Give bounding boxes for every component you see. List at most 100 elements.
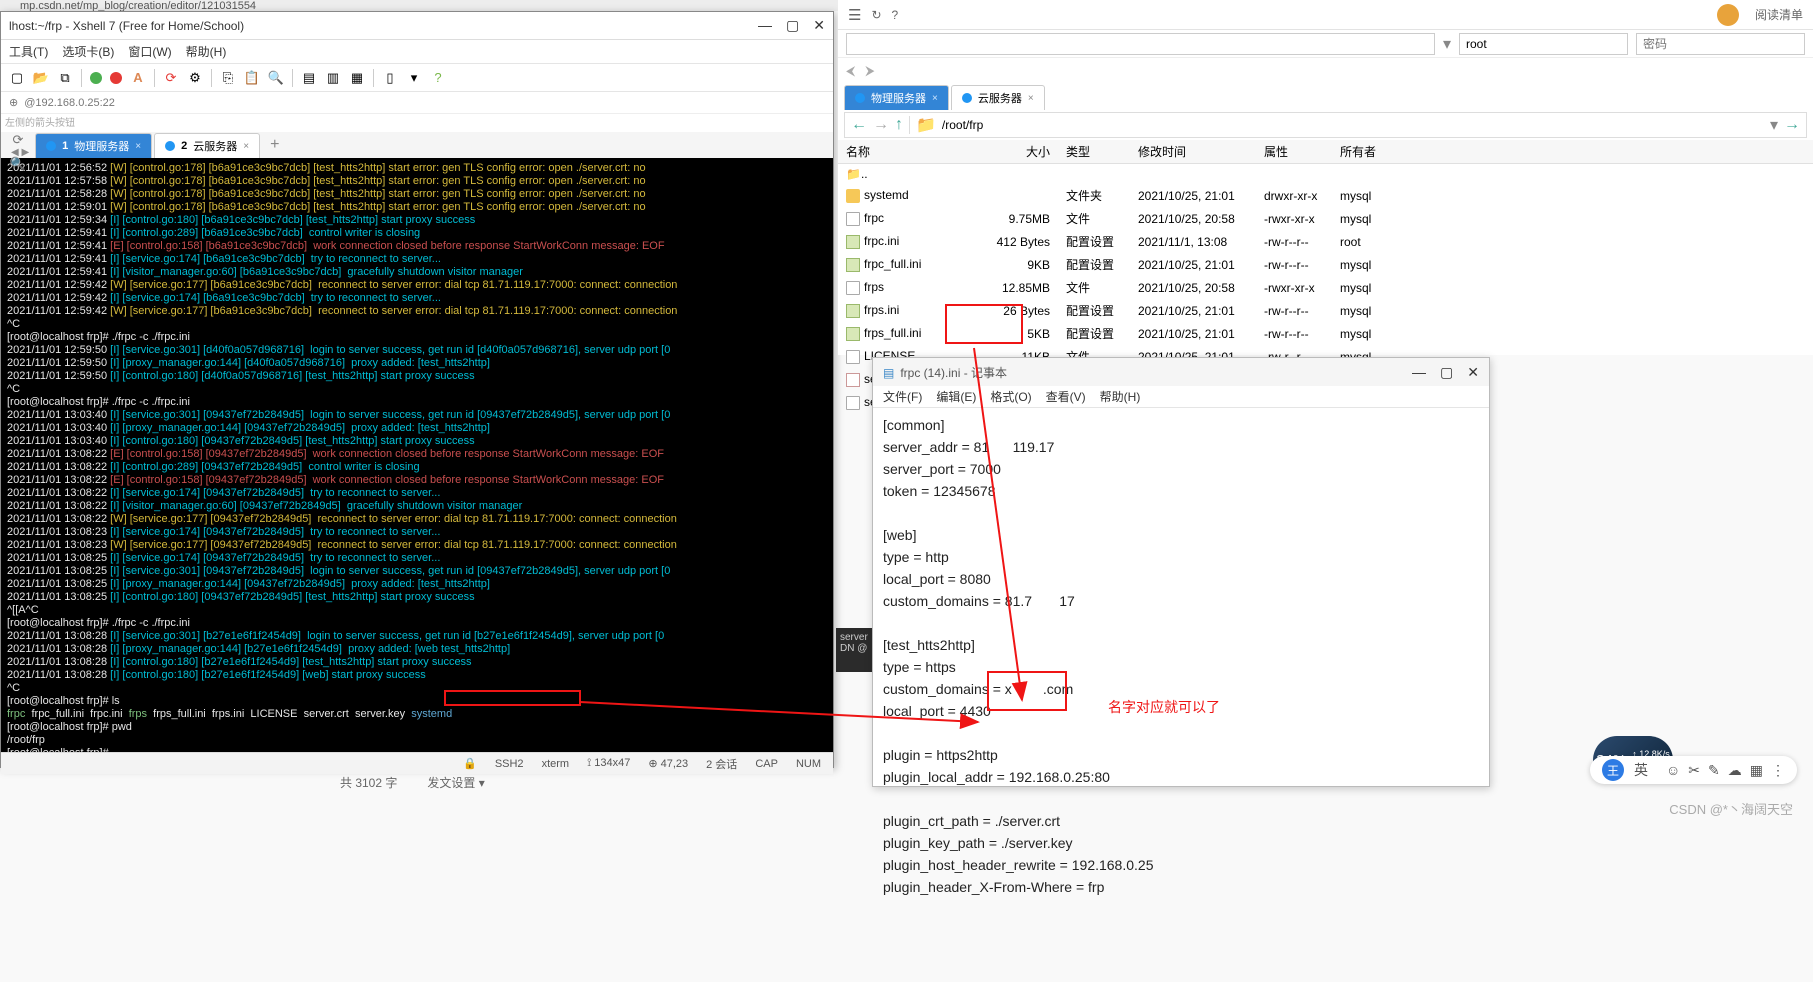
panel-icon[interactable]: ▤ <box>301 70 317 86</box>
annotation-text: 名字对应就可以了 <box>1108 697 1220 717</box>
close-tab-icon[interactable]: × <box>1028 93 1034 104</box>
menu-item[interactable]: 格式(O) <box>990 388 1031 405</box>
open-icon[interactable]: 📂 <box>33 70 49 86</box>
read-list[interactable]: 阅读清单 <box>1755 6 1803 23</box>
close-tab-icon[interactable]: × <box>135 141 141 152</box>
fm-password-input[interactable] <box>1636 33 1805 55</box>
ime-lang[interactable]: 英 <box>1634 760 1648 780</box>
fm-user-input[interactable] <box>1459 33 1628 55</box>
save-icon[interactable]: ⧉ <box>57 70 73 86</box>
xshell-tab-row: ◀ ▶ 1 物理服务器 ×2 云服务器 ×+ <box>1 132 833 158</box>
lock-icon[interactable]: ▾ <box>406 70 422 86</box>
connect-icon[interactable] <box>90 72 102 84</box>
menu-item[interactable]: 选项卡(B) <box>62 43 114 60</box>
xshell-toolbar: ▢ 📂 ⧉ A ⟳ ⚙ ⎘ 📋 🔍 ▤ ▥ ▦ ▯ ▾ ? <box>1 64 833 92</box>
status-sessions: 2 会话 <box>706 756 737 772</box>
fm-nav-fwd-icon[interactable]: ⮞ <box>865 63 874 79</box>
disconnect-icon[interactable] <box>110 72 122 84</box>
column-header[interactable]: 所有者 <box>1332 140 1388 163</box>
new-tab-button[interactable]: + <box>262 132 287 158</box>
column-header[interactable]: 名称 <box>838 140 988 163</box>
np-maximize-button[interactable]: ▢ <box>1440 364 1453 381</box>
fm-tab[interactable]: 物理服务器 × <box>844 85 949 110</box>
column-header[interactable]: 大小 <box>988 140 1058 163</box>
fm-host-input[interactable] <box>846 33 1435 55</box>
fm-go-icon[interactable]: → <box>1784 116 1800 134</box>
table-row[interactable]: frpc_full.ini9KB配置设置2021/10/25, 21:01-rw… <box>838 253 1813 276</box>
menu-icon[interactable]: ☰ <box>848 6 861 24</box>
fm-back-icon[interactable]: ← <box>851 116 867 134</box>
avatar[interactable] <box>1717 4 1739 26</box>
fm-refresh-icon[interactable]: ↻ <box>871 8 881 22</box>
refresh-icon[interactable]: ⟳ <box>13 132 24 148</box>
publish-settings[interactable]: 发文设置 ▾ <box>427 774 484 791</box>
ime-wang-icon[interactable]: 王 <box>1602 759 1624 781</box>
xshell-tab[interactable]: 2 云服务器 × <box>154 133 260 158</box>
column-icon[interactable]: ▯ <box>382 70 398 86</box>
np-minimize-button[interactable]: — <box>1412 364 1426 381</box>
ime-tool-icon[interactable]: ▦ <box>1750 762 1763 778</box>
close-tab-icon[interactable]: × <box>932 93 938 104</box>
file-icon <box>846 396 860 410</box>
file-icon <box>846 258 860 272</box>
fm-tab[interactable]: 云服务器 × <box>951 85 1045 110</box>
help-icon[interactable]: ? <box>430 70 446 86</box>
ime-toolbar[interactable]: 王 英 ☺ ✂ ✎ ☁ ▦ ⋮ <box>1590 756 1797 784</box>
xshell-menu-bar: 工具(T) 选项卡(B) 窗口(W) 帮助(H) <box>1 40 833 64</box>
fm-help-icon[interactable]: ? <box>892 8 899 22</box>
column-header[interactable]: 类型 <box>1058 140 1130 163</box>
xshell-address[interactable]: ⊕@192.168.0.25:22 <box>1 92 833 114</box>
fm-path-bar: ← → ↑ 📁 ▾ → <box>844 112 1807 138</box>
fm-fwd-icon[interactable]: → <box>873 116 889 134</box>
panel3-icon[interactable]: ▦ <box>349 70 365 86</box>
file-icon <box>846 189 860 203</box>
table-row[interactable]: 📁.. <box>838 164 1813 184</box>
highlight-box-files <box>945 304 1023 344</box>
table-row[interactable]: frps12.85MB文件2021/10/25, 20:58-rwxr-xr-x… <box>838 276 1813 299</box>
status-num: NUM <box>796 758 821 770</box>
fm-top-bar: ☰ ↻ ? 阅读清单 <box>838 0 1813 30</box>
settings-icon[interactable]: ⚙ <box>187 70 203 86</box>
highlight-box-notepad <box>987 671 1067 711</box>
search-icon[interactable]: 🔍 <box>10 156 26 172</box>
menu-item[interactable]: 帮助(H) <box>186 43 227 60</box>
maximize-button[interactable]: ▢ <box>786 17 799 34</box>
reconnect-icon[interactable]: ⟳ <box>163 70 179 86</box>
menu-item[interactable]: 文件(F) <box>883 388 922 405</box>
ime-tool-icon[interactable]: ☺ <box>1666 762 1680 778</box>
terminal-output[interactable]: 2021/11/01 12:56:52 [W] [control.go:178]… <box>1 158 833 752</box>
ime-tool-icon[interactable]: ✂ <box>1688 762 1700 778</box>
search-icon[interactable]: 🔍 <box>268 70 284 86</box>
column-header[interactable]: 修改时间 <box>1130 140 1256 163</box>
xshell-tab[interactable]: 1 物理服务器 × <box>35 133 152 158</box>
table-row[interactable]: systemd文件夹2021/10/25, 21:01drwxr-xr-xmys… <box>838 184 1813 207</box>
paste-icon[interactable]: 📋 <box>244 70 260 86</box>
menu-item[interactable]: 窗口(W) <box>128 43 171 60</box>
close-tab-icon[interactable]: × <box>243 141 249 152</box>
notepad-title-bar[interactable]: ▤frpc (14).ini - 记事本 — ▢ ✕ <box>873 358 1489 386</box>
text-a-icon[interactable]: A <box>130 70 146 86</box>
table-row[interactable]: frpc.ini412 Bytes配置设置2021/11/1, 13:08-rw… <box>838 230 1813 253</box>
status-dot-icon <box>962 93 972 103</box>
fm-up-icon[interactable]: ↑ <box>895 116 903 134</box>
menu-item[interactable]: 工具(T) <box>9 43 48 60</box>
notepad-content[interactable]: [common] server_addr = 81 119.17 server_… <box>873 408 1489 904</box>
menu-item[interactable]: 编辑(E) <box>936 388 976 405</box>
ime-tool-icon[interactable]: ✎ <box>1708 762 1720 778</box>
copy-icon[interactable]: ⎘ <box>220 70 236 86</box>
minimize-button[interactable]: — <box>758 17 772 34</box>
panel2-icon[interactable]: ▥ <box>325 70 341 86</box>
close-button[interactable]: ✕ <box>813 17 825 34</box>
xshell-title-bar[interactable]: lhost:~/frp - Xshell 7 (Free for Home/Sc… <box>1 12 833 40</box>
ime-tool-icon[interactable]: ⋮ <box>1771 762 1785 778</box>
table-row[interactable]: frpc9.75MB文件2021/10/25, 20:58-rwxr-xr-xm… <box>838 207 1813 230</box>
menu-item[interactable]: 帮助(H) <box>1100 388 1141 405</box>
new-icon[interactable]: ▢ <box>9 70 25 86</box>
column-header[interactable]: 属性 <box>1256 140 1332 163</box>
file-icon <box>846 373 860 387</box>
menu-item[interactable]: 查看(V) <box>1046 388 1086 405</box>
fm-path-input[interactable] <box>942 118 1764 132</box>
np-close-button[interactable]: ✕ <box>1467 364 1479 381</box>
fm-nav-back-icon[interactable]: ⮜ <box>846 63 855 79</box>
ime-tool-icon[interactable]: ☁ <box>1728 762 1742 778</box>
